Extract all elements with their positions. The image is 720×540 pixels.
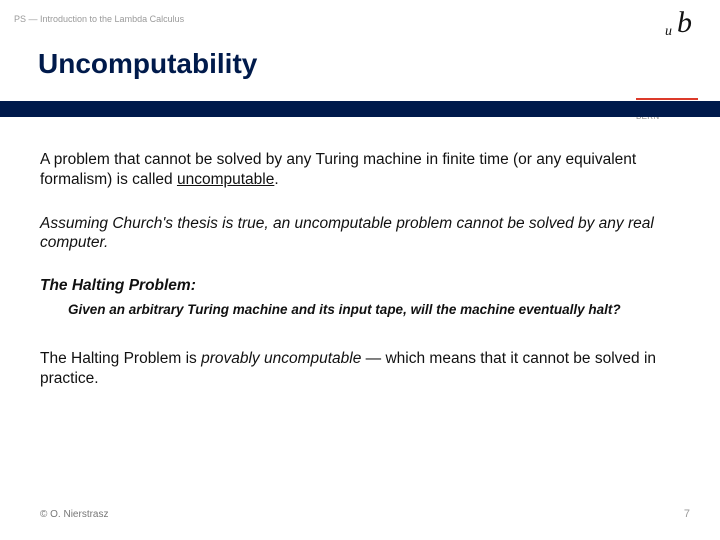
para1-text-a: A problem that cannot be solved by any T…	[40, 151, 636, 188]
paragraph-conclusion: The Halting Problem is provably uncomput…	[40, 349, 680, 389]
phrase-provably-uncomputable: provably uncomputable	[201, 350, 361, 367]
para3-text-a: The Halting Problem is	[40, 350, 201, 367]
paragraph-definition: A problem that cannot be solved by any T…	[40, 150, 680, 190]
course-tag: PS — Introduction to the Lambda Calculus	[14, 14, 184, 24]
footer-page-number: 7	[684, 508, 690, 520]
halting-problem-heading: The Halting Problem:	[40, 277, 680, 295]
logo-glyphs: b u	[598, 6, 698, 52]
para1-text-b: .	[274, 171, 278, 188]
paragraph-church-thesis: Assuming Church's thesis is true, an unc…	[40, 214, 680, 254]
logo-rule	[636, 98, 698, 100]
slide-content: A problem that cannot be solved by any T…	[40, 150, 680, 413]
logo-letter-u: u	[665, 24, 672, 40]
footer-copyright: © O. Nierstrasz	[40, 509, 109, 520]
term-uncomputable: uncomputable	[177, 171, 274, 188]
title-underline-bar	[0, 101, 720, 117]
slide-title: Uncomputability	[38, 48, 257, 80]
halting-problem-statement: Given an arbitrary Turing machine and it…	[68, 301, 658, 319]
logo-letter-b: b	[677, 6, 692, 40]
slide: PS — Introduction to the Lambda Calculus…	[0, 0, 720, 540]
